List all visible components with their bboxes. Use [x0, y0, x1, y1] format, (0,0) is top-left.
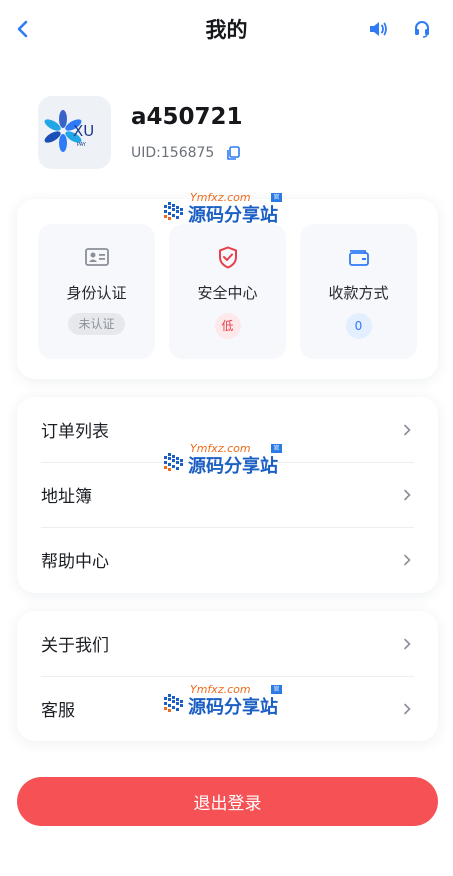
sound-button[interactable]	[364, 15, 392, 43]
avatar[interactable]: XU PAY	[38, 96, 111, 169]
menu-item-help-center[interactable]: 帮助中心	[41, 527, 414, 592]
menu-card-secondary: 关于我们 客服 Ymfxz.com 官网 源码分享站	[17, 611, 438, 741]
id-card-icon	[84, 244, 110, 270]
speaker-icon	[370, 22, 387, 36]
headset-icon	[415, 21, 429, 38]
menu-item-orders[interactable]: 订单列表	[41, 397, 414, 462]
payment-methods-tile[interactable]: 收款方式 0	[300, 224, 417, 359]
menu-item-label: 帮助中心	[41, 552, 109, 572]
security-center-tile[interactable]: 安全中心 低	[169, 224, 286, 359]
menu-item-label: 地址簿	[41, 487, 92, 507]
identity-verification-label: 身份认证	[66, 284, 127, 302]
copy-uid-button[interactable]	[224, 144, 242, 162]
shield-icon	[215, 244, 241, 270]
chevron-right-icon	[400, 637, 414, 651]
menu-item-label: 订单列表	[41, 422, 109, 442]
payment-methods-count: 0	[345, 313, 372, 339]
xupay-logo-icon: XU PAY	[44, 110, 94, 152]
svg-text:PAY: PAY	[77, 142, 87, 148]
menu-item-about-us[interactable]: 关于我们	[41, 611, 414, 676]
chevron-right-icon	[400, 553, 414, 567]
verification-status-badge: 未认证	[68, 313, 125, 335]
svg-text:XU: XU	[73, 122, 94, 140]
watermark-badge: 官网	[271, 193, 282, 210]
security-level-badge: 低	[214, 313, 241, 339]
watermark: Ymfxz.com 官网 源码分享站	[164, 191, 284, 226]
customer-service-button[interactable]	[408, 15, 436, 43]
chevron-right-icon	[400, 488, 414, 502]
watermark-domain: Ymfxz.com	[190, 191, 251, 204]
quick-actions-card: 身份认证 未认证 安全中心 低 收款方式 0 Ymfxz.com 官网 源码分享…	[17, 191, 438, 379]
username: a450721	[131, 104, 243, 130]
chevron-right-icon	[400, 702, 414, 716]
top-bar: 我的	[0, 0, 453, 60]
uid-row: UID:156875	[131, 144, 242, 162]
menu-card-primary: 订单列表 地址簿 帮助中心 Ymfxz.com 官网 源码分享站	[17, 397, 438, 593]
profile-section: XU PAY a450721 UID:156875	[38, 96, 418, 170]
menu-item-label: 客服	[41, 701, 75, 721]
chevron-left-icon	[17, 20, 28, 38]
security-center-label: 安全中心	[197, 284, 258, 302]
payment-methods-label: 收款方式	[328, 284, 389, 302]
copy-icon	[227, 145, 241, 160]
menu-item-address-book[interactable]: 地址簿	[41, 462, 414, 527]
watermark-logo-icon	[164, 202, 183, 220]
uid-text: UID:156875	[131, 145, 215, 161]
back-button[interactable]	[10, 14, 36, 44]
menu-item-customer-service[interactable]: 客服	[41, 676, 414, 741]
menu-item-label: 关于我们	[41, 636, 109, 656]
chevron-right-icon	[400, 423, 414, 437]
logout-button[interactable]: 退出登录	[17, 777, 438, 826]
wallet-icon	[346, 244, 372, 270]
identity-verification-tile[interactable]: 身份认证 未认证	[38, 224, 155, 359]
